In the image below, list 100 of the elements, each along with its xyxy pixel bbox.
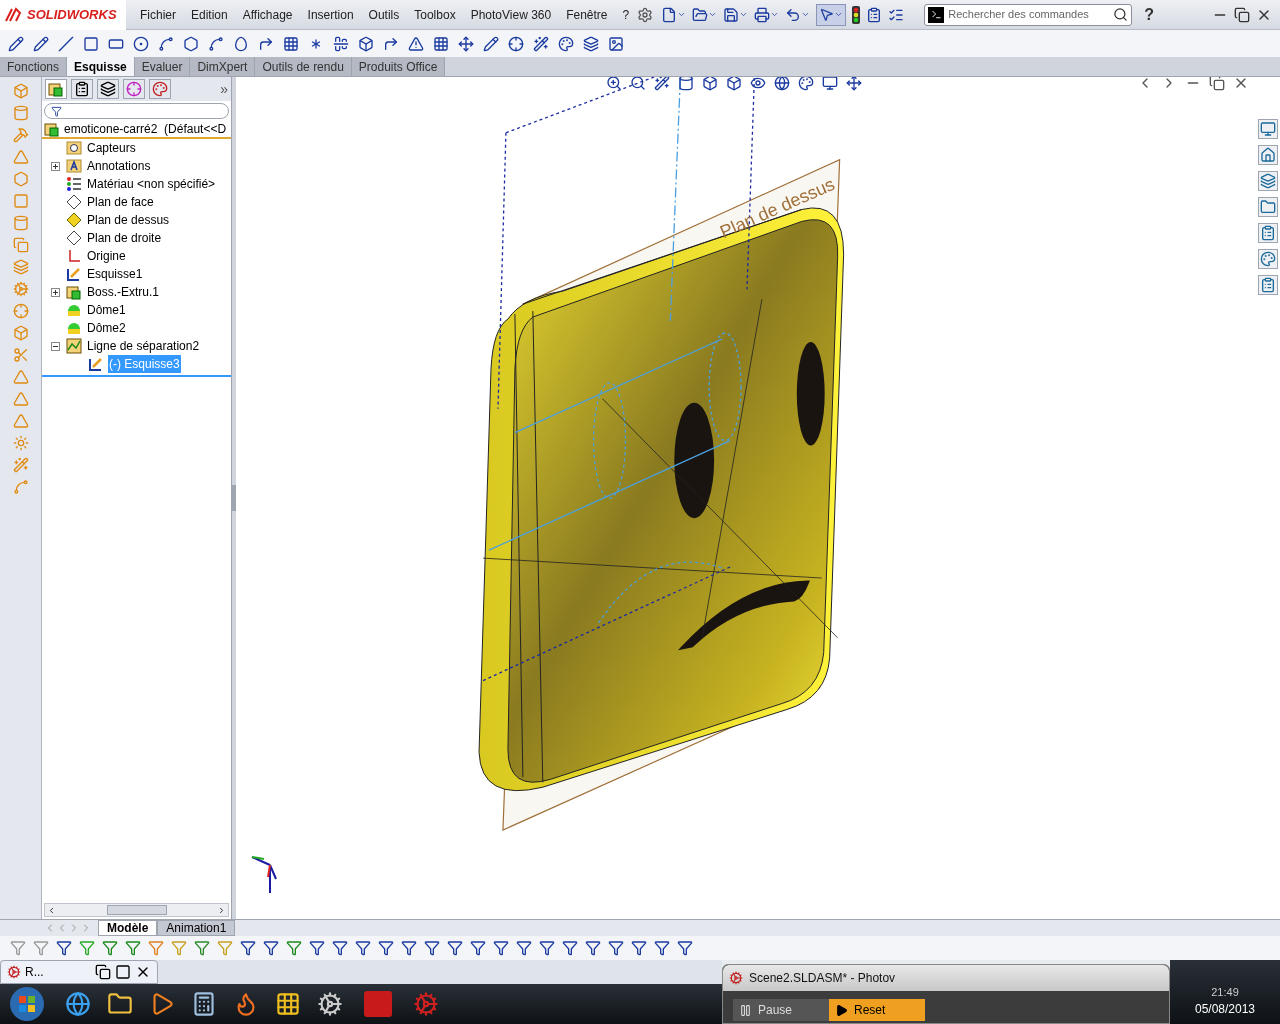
filter-field[interactable] — [44, 103, 229, 119]
filter-icon[interactable] — [102, 940, 118, 956]
filter-icon[interactable] — [125, 940, 141, 956]
tree-item[interactable]: Annotations — [86, 157, 152, 175]
list-icon[interactable] — [1257, 223, 1278, 243]
tree-item[interactable]: Origine — [86, 247, 127, 265]
property-tab-icon[interactable] — [71, 79, 93, 99]
expand-toggle[interactable] — [50, 161, 60, 171]
filter-icon[interactable] — [263, 940, 279, 956]
filter-icon[interactable] — [562, 940, 578, 956]
zoom-icon[interactable] — [606, 77, 622, 91]
caret-icon[interactable] — [739, 10, 749, 19]
save-icon[interactable] — [723, 6, 740, 23]
move-icon[interactable] — [458, 35, 474, 52]
caret-icon[interactable] — [801, 10, 811, 19]
filter-icon[interactable] — [355, 940, 371, 956]
tree-item[interactable]: Esquisse1 — [86, 265, 144, 283]
menu-item[interactable]: Toolbox — [414, 5, 456, 24]
photoview-window[interactable]: Scene2.SLDASM* - Photov Pause Reset — [722, 964, 1170, 1024]
grid-icon[interactable] — [275, 991, 301, 1017]
help-button[interactable]: ? — [1144, 2, 1154, 27]
caret-icon[interactable] — [770, 10, 780, 19]
tree-item[interactable]: Plan de face — [86, 193, 155, 211]
graphics-viewport[interactable]: Plan de dessus — [236, 77, 1255, 919]
filter-icon[interactable] — [424, 940, 440, 956]
shaded-cube-icon[interactable] — [726, 77, 742, 91]
render-button[interactable]: Reset — [829, 999, 925, 1021]
traffic-light-icon[interactable] — [852, 5, 861, 24]
monitor-icon[interactable] — [1257, 119, 1278, 139]
filter-icon[interactable] — [332, 940, 348, 956]
filter-icon[interactable] — [493, 940, 509, 956]
menu-item[interactable]: Outils — [368, 5, 400, 24]
edit-icon[interactable] — [483, 35, 499, 52]
restore-icon[interactable] — [1209, 77, 1225, 91]
splitter-handle[interactable] — [232, 485, 236, 511]
minimized-window[interactable]: R... — [0, 960, 158, 984]
image-icon[interactable] — [608, 35, 624, 52]
scroll-right-icon[interactable] — [217, 905, 226, 915]
arc-icon[interactable] — [158, 35, 174, 52]
calculator-icon[interactable] — [191, 991, 217, 1017]
printer-icon[interactable] — [754, 6, 771, 23]
wand-icon[interactable] — [533, 35, 549, 52]
monitor-icon[interactable] — [822, 77, 838, 91]
tree-item[interactable]: Dôme2 — [86, 319, 127, 337]
palette-icon[interactable] — [798, 77, 814, 91]
undo-icon[interactable] — [785, 6, 802, 23]
menu-item[interactable]: Fichier — [140, 5, 176, 24]
expand-toggle[interactable] — [50, 287, 60, 297]
wand-icon[interactable] — [654, 77, 670, 91]
appearance-tab-icon[interactable] — [149, 79, 171, 99]
filter-icon[interactable] — [516, 940, 532, 956]
select-button[interactable] — [816, 3, 847, 26]
move-icon[interactable] — [846, 77, 862, 91]
filter-icon[interactable] — [401, 940, 417, 956]
filter-icon[interactable] — [447, 940, 463, 956]
maximize-icon[interactable] — [115, 964, 131, 980]
config-tab-icon[interactable] — [97, 79, 119, 99]
collapse-toggle[interactable] — [50, 341, 60, 351]
circle-icon[interactable] — [133, 35, 149, 52]
spline-icon[interactable] — [208, 35, 224, 52]
search-field[interactable]: Rechercher des commandes — [924, 3, 1133, 26]
home-icon[interactable] — [1257, 145, 1278, 165]
model-tab[interactable]: Modèle — [98, 920, 158, 936]
filter-icon[interactable] — [194, 940, 210, 956]
filter-icon[interactable] — [539, 940, 555, 956]
tree-item[interactable]: Ligne de séparation2 — [86, 337, 201, 355]
command-tab[interactable]: Esquisse — [67, 57, 135, 76]
filter-icon[interactable] — [585, 940, 601, 956]
filter-icon[interactable] — [378, 940, 394, 956]
hexagon-icon[interactable] — [183, 35, 199, 52]
menu-item[interactable]: PhotoView 360 — [470, 5, 552, 24]
pattern-icon[interactable] — [433, 35, 449, 52]
menu-item[interactable]: ? — [622, 5, 630, 24]
more-tabs-button[interactable]: » — [220, 78, 228, 100]
globe-icon[interactable] — [65, 991, 91, 1017]
pencil-icon[interactable] — [8, 35, 24, 52]
caret-icon[interactable] — [677, 10, 687, 19]
folder-icon[interactable] — [1257, 197, 1278, 217]
command-tab[interactable]: DimXpert — [190, 57, 256, 76]
line-icon[interactable] — [58, 35, 74, 52]
filter-icon[interactable] — [608, 940, 624, 956]
options-icon[interactable] — [866, 6, 883, 23]
rectangle-icon[interactable] — [83, 35, 99, 52]
command-tab[interactable]: Produits Office — [351, 57, 446, 76]
open-folder-icon[interactable] — [692, 6, 709, 23]
grid-icon[interactable] — [283, 35, 299, 52]
target-icon[interactable] — [508, 35, 524, 52]
tree-item[interactable]: Boss.-Extru.1 — [86, 283, 161, 301]
tree-root[interactable]: emoticone-carré2 (Défaut<<D — [64, 120, 227, 138]
filter-icon[interactable] — [654, 940, 670, 956]
view-cube-icon[interactable] — [702, 77, 718, 91]
feature-tree-tab[interactable] — [45, 79, 67, 99]
filter-icon[interactable] — [286, 940, 302, 956]
cube-icon[interactable] — [358, 35, 374, 52]
menu-item[interactable]: Insertion — [307, 5, 354, 24]
render-button[interactable]: Pause — [733, 999, 829, 1021]
layers-icon[interactable] — [1257, 171, 1278, 191]
command-tab[interactable]: Evaluer — [134, 57, 191, 76]
search-icon[interactable] — [1113, 7, 1129, 22]
filter-icon[interactable] — [240, 940, 256, 956]
